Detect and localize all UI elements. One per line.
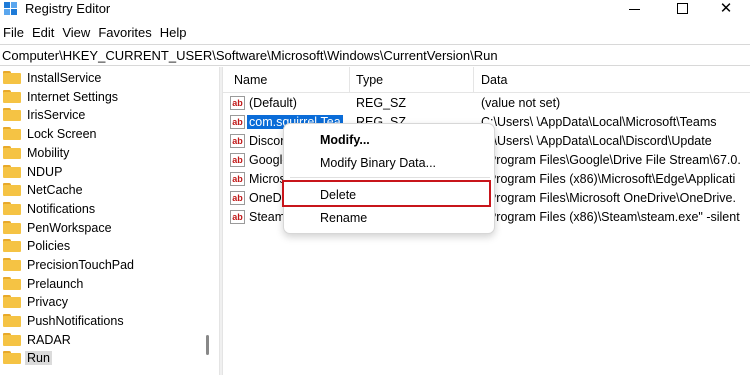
string-value-icon: ab bbox=[230, 153, 245, 167]
folder-icon bbox=[3, 183, 21, 196]
folder-icon bbox=[3, 333, 21, 346]
folder-icon bbox=[3, 202, 21, 215]
tree-item-lock-screen[interactable]: Lock Screen bbox=[0, 124, 200, 143]
tree-item-ndup[interactable]: NDUP bbox=[0, 162, 200, 181]
tree-item-label: PushNotifications bbox=[27, 313, 124, 328]
table-row[interactable]: ab (Default) REG_SZ (value not set) bbox=[223, 94, 750, 113]
value-data: C:\Users\ \AppData\Local\Discord\Update bbox=[481, 134, 712, 148]
title-bar: Registry Editor ✕ bbox=[0, 0, 750, 20]
string-value-icon: ab bbox=[230, 172, 245, 186]
tree-item-label: InstallService bbox=[27, 70, 102, 85]
value-name: Steam bbox=[249, 210, 286, 224]
tree-item-label: Privacy bbox=[27, 294, 68, 309]
value-name: Discor bbox=[249, 134, 285, 148]
value-name: (Default) bbox=[249, 96, 297, 110]
folder-icon bbox=[3, 239, 21, 252]
tree-item-irisservice[interactable]: IrisService bbox=[0, 105, 200, 124]
close-button[interactable]: ✕ bbox=[706, 0, 746, 18]
column-header-name[interactable]: Name bbox=[234, 73, 267, 87]
tree-item-label: IrisService bbox=[27, 107, 86, 122]
folder-icon bbox=[3, 351, 21, 364]
registry-editor-icon bbox=[4, 2, 18, 16]
menu-view[interactable]: View bbox=[58, 23, 94, 43]
value-data: :\Program Files (x86)\Microsoft\Edge\App… bbox=[481, 172, 736, 186]
folder-icon bbox=[3, 295, 21, 308]
context-menu-modify-binary-data[interactable]: Modify Binary Data... bbox=[320, 156, 436, 170]
close-icon: ✕ bbox=[719, 0, 733, 17]
folder-icon bbox=[3, 258, 21, 271]
context-menu-modify[interactable]: Modify... bbox=[320, 133, 370, 147]
tree-item-pushnotifications[interactable]: PushNotifications bbox=[0, 311, 200, 330]
tree-item-label: PrecisionTouchPad bbox=[27, 257, 135, 272]
tree-item-label: Lock Screen bbox=[27, 126, 97, 141]
tree-item-notifications[interactable]: Notifications bbox=[0, 199, 200, 218]
minimize-button[interactable] bbox=[614, 0, 654, 18]
value-type: REG_SZ bbox=[356, 96, 407, 110]
folder-icon bbox=[3, 71, 21, 84]
tree-item-netcache[interactable]: NetCache bbox=[0, 180, 200, 199]
delete-highlight-box bbox=[282, 180, 491, 207]
value-data: (value not set) bbox=[481, 96, 561, 110]
folder-icon bbox=[3, 221, 21, 234]
string-value-icon: ab bbox=[230, 191, 245, 205]
tree-item-label: Internet Settings bbox=[27, 89, 119, 104]
tree-item-privacy[interactable]: Privacy bbox=[0, 292, 200, 311]
tree-item-label: Run bbox=[25, 350, 52, 365]
folder-icon bbox=[3, 108, 21, 121]
menu-help[interactable]: Help bbox=[156, 23, 191, 43]
tree-item-policies[interactable]: Policies bbox=[0, 236, 200, 255]
value-data: :\Program Files (x86)\Steam\steam.exe" -… bbox=[481, 210, 740, 224]
tree-item-label: Policies bbox=[27, 238, 71, 253]
maximize-button[interactable] bbox=[662, 0, 702, 18]
column-header-data[interactable]: Data bbox=[481, 73, 507, 87]
column-header-type[interactable]: Type bbox=[356, 73, 383, 87]
tree-item-label: Notifications bbox=[27, 201, 96, 216]
menu-favorites[interactable]: Favorites bbox=[94, 23, 155, 43]
column-divider[interactable] bbox=[349, 67, 350, 93]
folder-icon bbox=[3, 127, 21, 140]
string-value-icon: ab bbox=[230, 96, 245, 110]
tree-item-mobility[interactable]: Mobility bbox=[0, 143, 200, 162]
folder-icon bbox=[3, 165, 21, 178]
values-header: Name Type Data bbox=[223, 67, 750, 93]
menu-file[interactable]: File bbox=[0, 23, 28, 43]
minimize-icon bbox=[628, 8, 640, 10]
key-tree: InstallService Internet Settings IrisSer… bbox=[0, 67, 219, 375]
maximize-icon bbox=[676, 2, 688, 14]
value-name: OneD bbox=[249, 191, 282, 205]
folder-icon bbox=[3, 314, 21, 327]
folder-icon bbox=[3, 90, 21, 103]
tree-item-prelaunch[interactable]: Prelaunch bbox=[0, 274, 200, 293]
tree-item-installservice[interactable]: InstallService bbox=[0, 68, 200, 87]
tree-item-precisiontouchpad[interactable]: PrecisionTouchPad bbox=[0, 255, 200, 274]
tree-item-penworkspace[interactable]: PenWorkspace bbox=[0, 218, 200, 237]
tree-item-label: NetCache bbox=[27, 182, 83, 197]
tree-item-label: Mobility bbox=[27, 145, 70, 160]
menu-bar: File Edit View Favorites Help bbox=[0, 23, 191, 43]
window-title: Registry Editor bbox=[25, 1, 111, 16]
value-data: :\Program Files\Microsoft OneDrive\OneDr… bbox=[481, 191, 736, 205]
folder-icon bbox=[3, 277, 21, 290]
column-divider[interactable] bbox=[473, 67, 474, 93]
menu-edit[interactable]: Edit bbox=[28, 23, 58, 43]
context-menu-separator bbox=[290, 177, 490, 178]
tree-item-internet-settings[interactable]: Internet Settings bbox=[0, 87, 200, 106]
folder-icon bbox=[3, 146, 21, 159]
string-value-icon: ab bbox=[230, 210, 245, 224]
tree-item-label: PenWorkspace bbox=[27, 220, 112, 235]
tree-item-label: NDUP bbox=[27, 164, 63, 179]
tree-item-label: Prelaunch bbox=[27, 276, 84, 291]
context-menu-rename[interactable]: Rename bbox=[320, 211, 367, 225]
tree-item-radar[interactable]: RADAR bbox=[0, 330, 200, 349]
string-value-icon: ab bbox=[230, 115, 245, 129]
context-menu: Modify... Modify Binary Data... Delete R… bbox=[283, 123, 495, 234]
string-value-icon: ab bbox=[230, 134, 245, 148]
tree-item-label: RADAR bbox=[27, 332, 71, 347]
tree-item-run[interactable]: Run bbox=[0, 348, 200, 367]
address-bar[interactable]: Computer\HKEY_CURRENT_USER\Software\Micr… bbox=[0, 44, 750, 66]
value-data: C:\Users\ \AppData\Local\Microsoft\Teams bbox=[481, 115, 717, 129]
value-data: :\Program Files\Google\Drive File Stream… bbox=[481, 153, 741, 167]
tree-scrollbar[interactable] bbox=[206, 335, 209, 355]
